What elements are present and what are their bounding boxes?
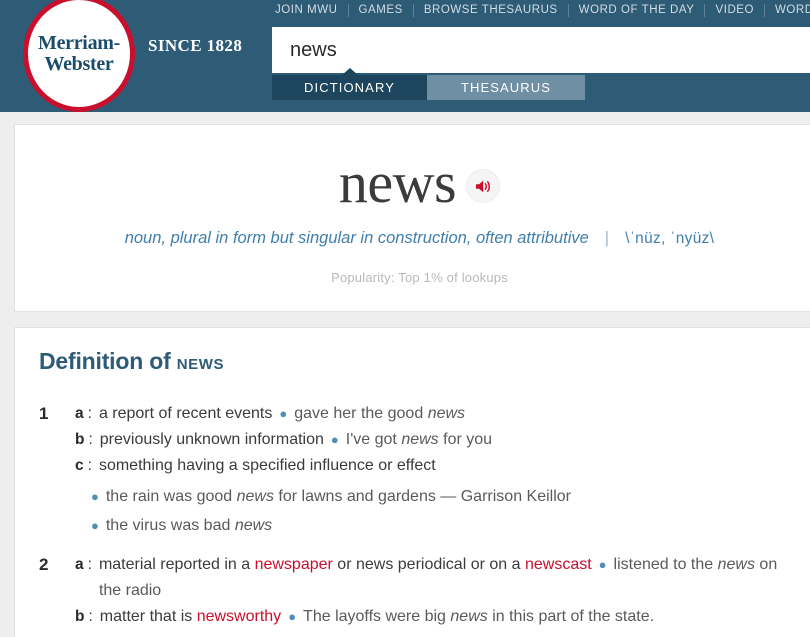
example-suffix: in this part of the state. [487, 608, 655, 626]
example-keyword: news [401, 431, 439, 449]
site-header: Merriam- Webster SINCE 1828 JOIN MWU GAM… [0, 0, 810, 112]
definition-wording: material reported in a [98, 556, 255, 574]
nav-item-games[interactable]: GAMES [349, 1, 413, 19]
sense-colon: : [88, 608, 93, 626]
example-prefix: the virus was bad [105, 516, 235, 534]
top-navigation: JOIN MWU GAMES BROWSE THESAURUS WORD OF … [265, 0, 810, 20]
example-keyword: news [236, 488, 274, 506]
definition-text: something having a specified influence o… [98, 457, 436, 475]
since-tagline: SINCE 1828 [148, 36, 243, 55]
sense-colon: : [87, 457, 92, 475]
sense-number: 2 [39, 554, 49, 574]
example-bullet-icon: ● [288, 609, 297, 625]
example-suffix: for lawns and gardens — Garrison Keillor [273, 488, 571, 506]
search-bar[interactable] [272, 27, 810, 73]
definition-heading-prefix: Definition of [39, 348, 171, 374]
sense-colon: : [88, 431, 93, 449]
sense-letter: b [75, 608, 85, 626]
list-item: ● the virus was bad news [91, 512, 800, 540]
example-bullet-icon: ● [598, 556, 607, 572]
definition-wording: a report of recent events [98, 405, 273, 423]
sense-letter: a [75, 405, 84, 422]
entry-header-card: news noun, plural in form but singular i… [14, 124, 810, 312]
logo-text: Merriam- Webster [32, 31, 126, 75]
example-bullet-icon: ● [279, 406, 288, 421]
sense-body: a : material reported in a newspaper or … [75, 552, 800, 630]
nav-item-browse-thesaurus[interactable]: BROWSE THESAURUS [414, 1, 568, 19]
cross-reference-newspaper[interactable]: newspaper [255, 556, 333, 573]
logo-oval: Merriam- Webster [23, 0, 135, 112]
example-prefix: The layoffs were big [303, 608, 451, 626]
sense-letter: b [75, 431, 85, 449]
example-keyword: news [450, 608, 488, 626]
example-bullet-icon: ● [91, 489, 99, 505]
example-sentence: gave her the good news [294, 405, 465, 422]
logo-line-2: Webster [44, 52, 114, 75]
speaker-icon[interactable] [466, 169, 501, 203]
sense-2: 2 a : material reported in a newspaper o… [39, 552, 800, 630]
cross-reference-newscast[interactable]: newscast [525, 556, 592, 573]
subsense-1c: c : something having a specified influen… [75, 453, 800, 479]
tab-dictionary[interactable]: DICTIONARY [272, 68, 427, 100]
tab-thesaurus[interactable]: THESAURUS [427, 75, 585, 100]
definition-heading: Definition of NEWS [39, 348, 800, 375]
sense-letter: a [75, 555, 84, 573]
logo-line-1: Merriam- [38, 31, 120, 54]
example-prefix: listened to the [613, 556, 718, 574]
headword-row: news [15, 153, 810, 213]
subsense-2b: b : matter that is newsworthy ● The layoff… [75, 604, 800, 630]
sense-number: 1 [39, 404, 49, 423]
merriam-webster-logo[interactable]: Merriam- Webster [23, 0, 135, 112]
definition-wording: matter that is [99, 608, 197, 626]
example-keyword: news [427, 405, 466, 423]
example-prefix: gave her the good [294, 405, 424, 423]
sense-body: a : a report of recent events ● gave her t… [75, 401, 800, 546]
definition-text: material reported in a newspaper or news… [99, 552, 800, 604]
example-list: ● the rain was good news for lawns and ga… [91, 483, 800, 539]
page-title: news [338, 150, 457, 215]
page-body: news noun, plural in form but singular i… [0, 124, 810, 637]
search-input[interactable] [272, 28, 810, 72]
subsense-1a: a : a report of recent events ● gave her t… [75, 401, 800, 427]
sense-letter: c [75, 457, 84, 475]
nav-item-word-of-the-day[interactable]: WORD OF THE DAY [569, 1, 705, 19]
search-scope-tabs: DICTIONARY THESAURUS [272, 68, 585, 100]
example-sentence: I've got news for you [346, 431, 492, 448]
definition-text: a report of recent events ● gave her the g… [99, 401, 465, 427]
subsense-2a: a : material reported in a newspaper or … [75, 552, 800, 604]
definition-text: matter that is newsworthy ● The layoffs we… [100, 604, 654, 630]
example-suffix: for you [438, 431, 493, 449]
functional-label-row: noun, plural in form but singular in con… [15, 229, 810, 248]
example-keyword: news [717, 556, 755, 574]
definition-wording-2: or news periodical or on a [332, 556, 525, 574]
nav-item-join-mwu[interactable]: JOIN MWU [265, 1, 348, 19]
definition-heading-word: NEWS [176, 356, 225, 373]
label-separator: | [604, 229, 610, 247]
example-bullet-icon: ● [91, 517, 99, 533]
example-keyword: news [234, 516, 273, 534]
popularity-text: Popularity: Top 1% of lookups [331, 270, 508, 285]
functional-label: noun, plural in form but singular in con… [124, 229, 589, 247]
nav-item-words-at-play[interactable]: WORDS AT PLAY [765, 1, 810, 19]
definition-card: Definition of NEWS 1 a : a report of rec… [14, 327, 810, 637]
subsense-1b: b : previously unknown information ● I've … [75, 427, 800, 453]
definition-text: previously unknown information ● I've got … [100, 427, 492, 453]
cross-reference-newsworthy[interactable]: newsworthy [197, 608, 281, 625]
sense-1: 1 a : a report of recent events ● gave her… [39, 401, 800, 546]
example-sentence: The layoffs were big news in this part o… [303, 608, 654, 625]
sense-colon: : [87, 405, 92, 422]
nav-item-video[interactable]: VIDEO [705, 1, 764, 19]
definition-wording: previously unknown information [99, 431, 324, 449]
list-item: ● the rain was good news for lawns and ga… [91, 483, 800, 511]
example-prefix: the rain was good [105, 488, 237, 506]
pronunciation: \ˈnüz, ˈnyüz\ [625, 230, 715, 247]
example-prefix: I've got [345, 431, 397, 449]
example-bullet-icon: ● [330, 432, 339, 448]
sense-colon: : [87, 555, 92, 573]
